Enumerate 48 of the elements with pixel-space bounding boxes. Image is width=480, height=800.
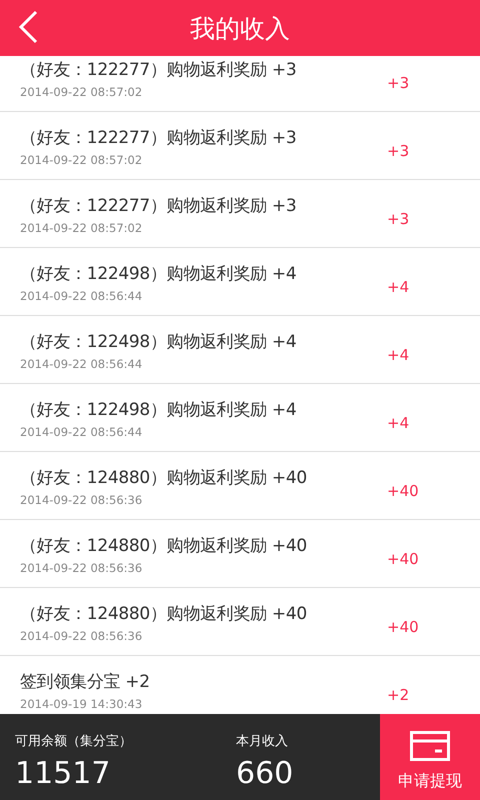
income-record[interactable]: （好友：124880）购物返利奖励 +40 2014-09-22 08:56:36 +40 [0, 452, 480, 520]
record-time: 2014-09-22 08:56:36 [20, 493, 144, 507]
record-time: 2014-09-22 08:56:44 [20, 289, 144, 303]
record-time: 2014-09-19 14:30:43 [20, 697, 144, 711]
record-title: （好友：122498）购物返利奖励 +4 [20, 399, 298, 421]
record-amount: +4 [387, 414, 410, 432]
record-time: 2014-09-22 08:56:44 [20, 357, 144, 371]
month-income-label: 本月收入 [236, 733, 289, 750]
record-title: （好友：122277）购物返利奖励 +3 [20, 59, 298, 81]
withdraw-button[interactable]: 申请提现 [380, 714, 480, 800]
record-amount: +3 [387, 210, 410, 228]
record-title: （好友：122498）购物返利奖励 +4 [20, 331, 298, 353]
record-amount: +40 [387, 618, 419, 636]
record-amount: +3 [387, 74, 410, 92]
back-icon [18, 10, 38, 44]
record-time: 2014-09-22 08:56:36 [20, 629, 144, 643]
record-title: （好友：122498）购物返利奖励 +4 [20, 263, 298, 285]
income-record[interactable]: （好友：122498）购物返利奖励 +4 2014-09-22 08:56:44 +4 [0, 384, 480, 452]
record-time: 2014-09-22 08:56:44 [20, 425, 144, 439]
balance-label: 可用余额（集分宝） [15, 733, 133, 750]
record-title: （好友：124880）购物返利奖励 +40 [20, 603, 308, 625]
record-title: （好友：124880）购物返利奖励 +40 [20, 467, 308, 489]
income-record[interactable]: （好友：124880）购物返利奖励 +40 2014-09-22 08:56:36 +40 [0, 520, 480, 588]
record-title: 签到领集分宝 +2 [20, 671, 151, 693]
card-icon [410, 731, 450, 761]
record-title: （好友：122277）购物返利奖励 +3 [20, 127, 298, 149]
income-record[interactable]: （好友：124880）购物返利奖励 +40 2014-09-22 08:56:36 +40 [0, 588, 480, 656]
income-record[interactable]: （好友：122277）购物返利奖励 +3 2014-09-22 08:57:02 +3 [0, 180, 480, 248]
record-time: 2014-09-22 08:57:02 [20, 85, 144, 99]
record-time: 2014-09-22 08:57:02 [20, 153, 144, 167]
record-amount: +4 [387, 278, 410, 296]
back-button[interactable] [18, 10, 38, 44]
record-amount: +40 [387, 550, 419, 568]
income-record[interactable]: （好友：122498）购物返利奖励 +4 2014-09-22 08:56:44 +4 [0, 316, 480, 384]
record-title: （好友：124880）购物返利奖励 +40 [20, 535, 308, 557]
record-amount: +3 [387, 142, 410, 160]
month-income-value: 660 [236, 756, 294, 791]
record-title: （好友：122277）购物返利奖励 +3 [20, 195, 298, 217]
income-record[interactable]: （好友：122277）购物返利奖励 +3 2014-09-22 08:57:02 +3 [0, 56, 480, 112]
income-record[interactable]: （好友：122498）购物返利奖励 +4 2014-09-22 08:56:44 +4 [0, 248, 480, 316]
balance-value: 11517 [15, 756, 112, 791]
income-record[interactable]: （好友：122277）购物返利奖励 +3 2014-09-22 08:57:02 +3 [0, 112, 480, 180]
record-amount: +2 [387, 686, 410, 704]
record-time: 2014-09-22 08:56:36 [20, 561, 144, 575]
record-amount: +4 [387, 346, 410, 364]
record-time: 2014-09-22 08:57:02 [20, 221, 144, 235]
page-title: 我的收入 [190, 12, 290, 44]
record-amount: +40 [387, 482, 419, 500]
